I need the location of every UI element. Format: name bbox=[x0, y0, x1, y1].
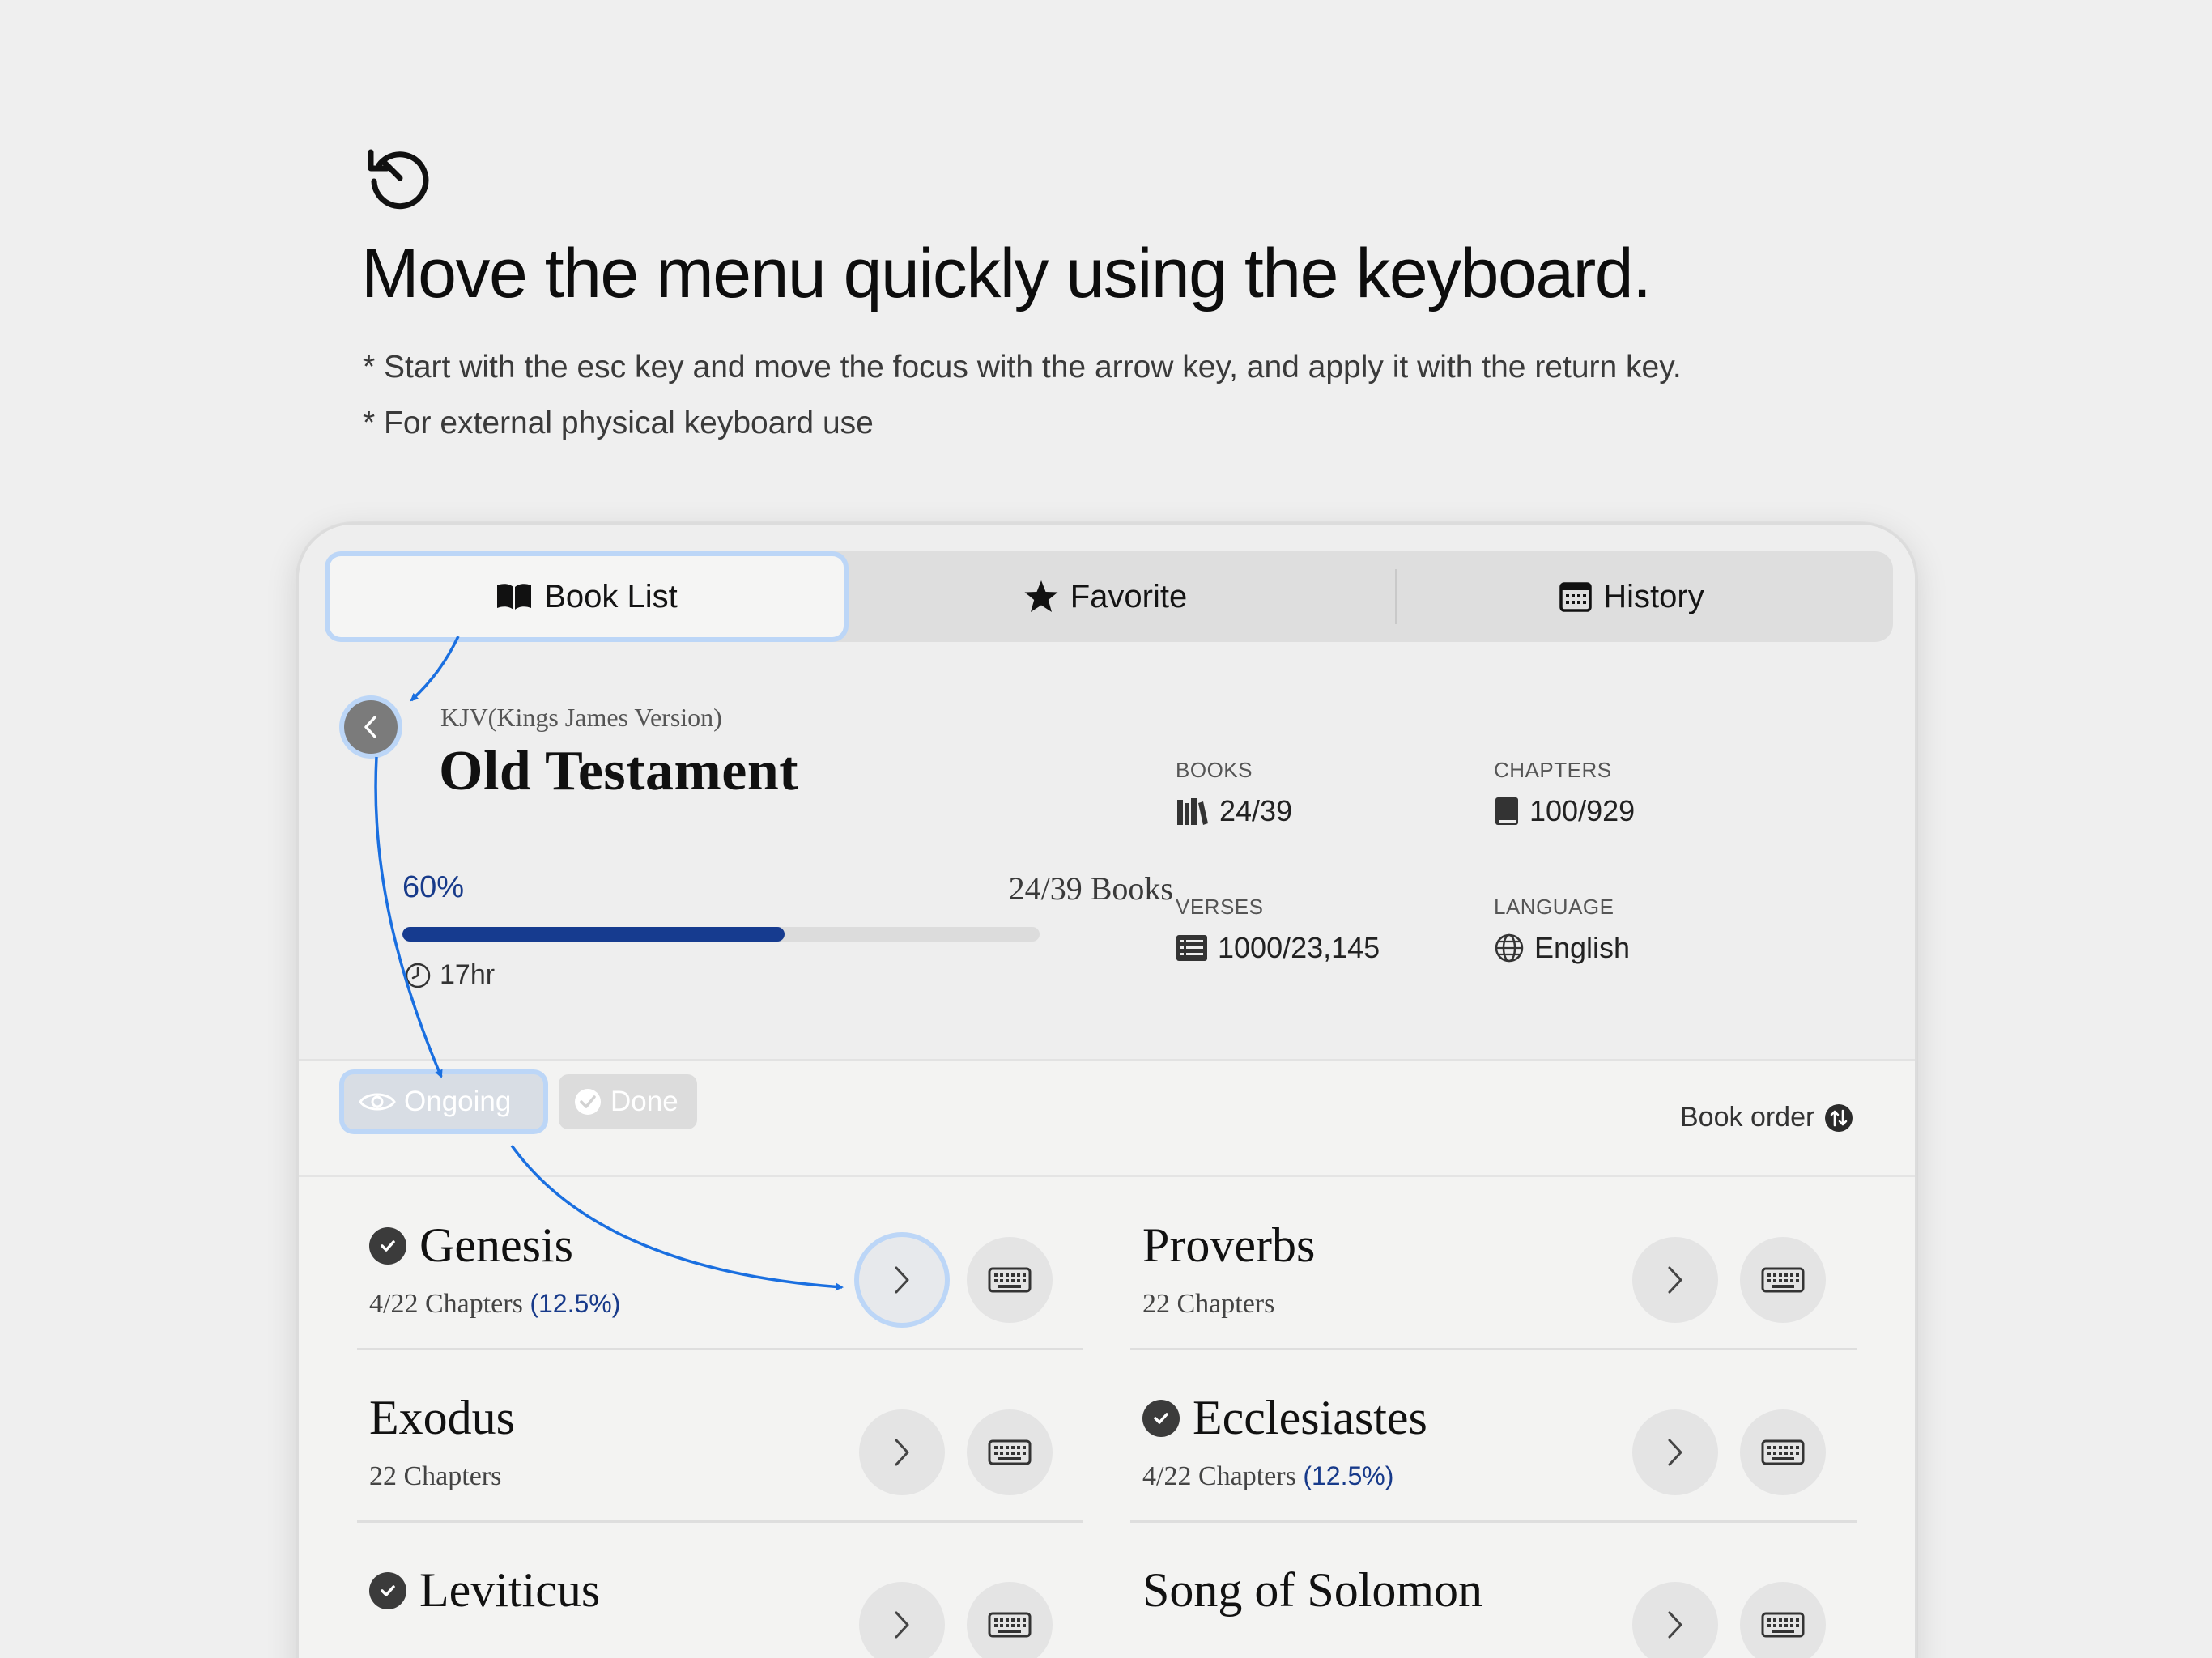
open-book-button[interactable] bbox=[1632, 1237, 1718, 1323]
progress-fill bbox=[402, 927, 785, 942]
stat-value: 1000/23,145 bbox=[1218, 931, 1380, 964]
books-progress: 24/39 Books bbox=[1008, 870, 1173, 907]
book-name: Ecclesiastes bbox=[1193, 1391, 1427, 1444]
keyboard-button[interactable] bbox=[967, 1409, 1053, 1495]
tab-label: Book List bbox=[544, 578, 678, 614]
book-icon bbox=[1495, 797, 1518, 825]
tab-book-list[interactable]: Book List bbox=[330, 556, 844, 637]
back-button[interactable] bbox=[344, 700, 398, 754]
tab-favorite[interactable]: Favorite bbox=[846, 551, 1364, 642]
sort-label: Book order bbox=[1680, 1102, 1815, 1133]
stat-value: 100/929 bbox=[1529, 794, 1636, 827]
keyboard-button[interactable] bbox=[1740, 1409, 1826, 1495]
keyboard-icon bbox=[988, 1612, 1032, 1638]
check-circle-icon bbox=[1142, 1399, 1180, 1437]
stat-language: LANGUAGE English bbox=[1494, 895, 1630, 965]
keyboard-button[interactable] bbox=[967, 1237, 1053, 1323]
open-book-button[interactable] bbox=[859, 1582, 945, 1658]
keyboard-icon bbox=[988, 1267, 1032, 1293]
reading-time-value: 17hr bbox=[440, 959, 496, 990]
keyboard-button[interactable] bbox=[1740, 1237, 1826, 1323]
chevron-right-icon bbox=[895, 1266, 909, 1294]
chevron-right-icon bbox=[895, 1611, 909, 1639]
book-order-sort[interactable]: Book order bbox=[1680, 1102, 1853, 1133]
progress-percent: 60% bbox=[402, 870, 465, 904]
stat-chapters: CHAPTERS 100/929 bbox=[1494, 758, 1635, 828]
filter-label: Ongoing bbox=[404, 1086, 512, 1117]
chevron-right-icon bbox=[1668, 1266, 1682, 1294]
headline: Move the menu quickly using the keyboard… bbox=[361, 235, 1652, 312]
book-item[interactable]: Exodus 22 Chapters bbox=[357, 1351, 1083, 1523]
open-book-button[interactable] bbox=[1632, 1582, 1718, 1658]
check-circle-icon bbox=[575, 1089, 601, 1115]
check-circle-icon bbox=[369, 1571, 406, 1609]
tab-bar: Book List Favorite History bbox=[326, 551, 1893, 642]
book-item[interactable]: Proverbs 22 Chapters bbox=[1130, 1179, 1857, 1350]
tab-label: Favorite bbox=[1070, 578, 1188, 614]
keyboard-button[interactable] bbox=[967, 1582, 1053, 1658]
device-frame: Book List Favorite History KJV(Kings Jam… bbox=[296, 522, 1917, 1658]
chevron-left-icon bbox=[364, 716, 376, 738]
open-book-icon bbox=[497, 584, 532, 610]
stat-label: VERSES bbox=[1176, 895, 1264, 919]
star-icon bbox=[1024, 580, 1058, 612]
stat-books: BOOKS 24/39 bbox=[1176, 758, 1292, 828]
sort-arrows-icon bbox=[1825, 1103, 1853, 1132]
stat-label: CHAPTERS bbox=[1494, 758, 1612, 782]
stat-value: 24/39 bbox=[1219, 794, 1293, 827]
globe-icon bbox=[1495, 933, 1524, 963]
keyboard-button[interactable] bbox=[1740, 1582, 1826, 1658]
chevron-right-icon bbox=[895, 1439, 909, 1466]
filter-label: Done bbox=[610, 1086, 678, 1117]
book-item[interactable]: Leviticus bbox=[357, 1524, 1083, 1658]
keyboard-note: * For external physical keyboard use bbox=[363, 406, 874, 440]
book-chapters: 4/22 Chapters bbox=[369, 1289, 523, 1319]
keyboard-icon bbox=[1761, 1267, 1805, 1293]
filter-ongoing[interactable]: Ongoing bbox=[344, 1074, 543, 1129]
book-name: Song of Solomon bbox=[1142, 1563, 1483, 1617]
open-book-button[interactable] bbox=[1632, 1409, 1718, 1495]
stat-verses: VERSES 1000/23,145 bbox=[1176, 895, 1380, 965]
list-icon bbox=[1176, 935, 1207, 961]
book-chapters: 22 Chapters bbox=[369, 1461, 502, 1491]
stat-label: BOOKS bbox=[1176, 758, 1253, 782]
book-name: Leviticus bbox=[419, 1563, 601, 1617]
keyboard-icon bbox=[1761, 1612, 1805, 1638]
check-circle-icon bbox=[369, 1226, 406, 1265]
books-icon bbox=[1177, 798, 1208, 825]
book-name: Proverbs bbox=[1142, 1218, 1316, 1272]
calendar-icon bbox=[1559, 582, 1593, 612]
history-rotate-icon bbox=[368, 149, 429, 210]
tab-history[interactable]: History bbox=[1371, 551, 1893, 642]
stat-label: LANGUAGE bbox=[1494, 895, 1614, 919]
book-name: Genesis bbox=[419, 1218, 573, 1272]
book-item[interactable]: Genesis 4/22 Chapters (12.5%) bbox=[357, 1179, 1083, 1350]
book-chapters: 4/22 Chapters bbox=[1142, 1461, 1296, 1491]
open-book-button[interactable] bbox=[859, 1237, 945, 1323]
bible-version: KJV(Kings James Version) bbox=[440, 703, 722, 732]
book-percent: (12.5%) bbox=[1303, 1461, 1394, 1490]
book-percent: (12.5%) bbox=[530, 1289, 621, 1318]
progress-bar bbox=[402, 927, 1040, 942]
clock-icon bbox=[405, 963, 431, 988]
reading-time: 17hr bbox=[404, 959, 495, 991]
book-chapters: 22 Chapters bbox=[1142, 1289, 1275, 1319]
stat-value: English bbox=[1534, 931, 1631, 964]
chevron-right-icon bbox=[1668, 1611, 1682, 1639]
filter-done[interactable]: Done bbox=[559, 1074, 697, 1129]
instruction-note: * Start with the esc key and move the fo… bbox=[363, 350, 1682, 385]
book-name: Exodus bbox=[369, 1391, 515, 1444]
book-item[interactable]: Ecclesiastes 4/22 Chapters (12.5%) bbox=[1130, 1351, 1857, 1523]
testament-title: Old Testament bbox=[439, 740, 799, 802]
open-book-button[interactable] bbox=[859, 1409, 945, 1495]
chevron-right-icon bbox=[1668, 1439, 1682, 1466]
book-item[interactable]: Song of Solomon bbox=[1130, 1524, 1857, 1658]
keyboard-icon bbox=[988, 1439, 1032, 1465]
eye-icon bbox=[359, 1093, 396, 1111]
testament-summary: Book List Favorite History KJV(Kings Jam… bbox=[299, 525, 1915, 1061]
tab-label: History bbox=[1603, 578, 1704, 614]
keyboard-icon bbox=[1761, 1439, 1805, 1465]
